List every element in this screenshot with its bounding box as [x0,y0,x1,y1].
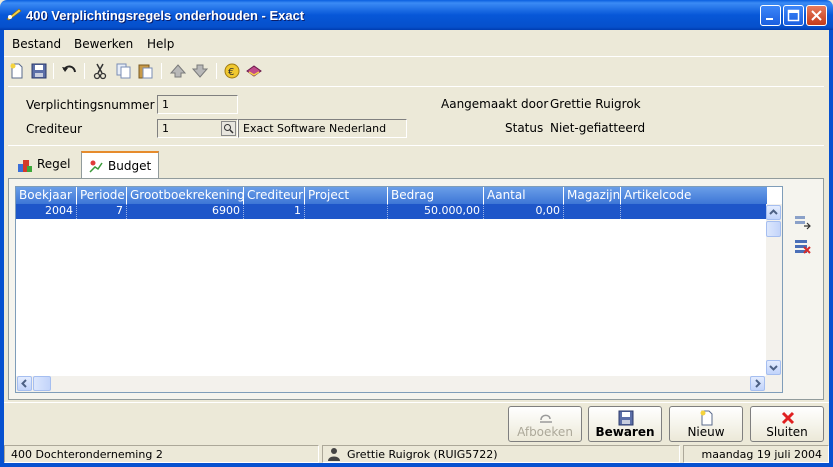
nieuw-label: Nieuw [687,425,725,439]
column-header-bedrag[interactable]: Bedrag [388,187,484,204]
maximize-icon [787,9,800,22]
book-icon[interactable] [245,62,263,80]
afboeken-label: Afboeken [517,425,573,439]
undo-icon[interactable] [60,62,78,80]
cell-artikelcode[interactable] [621,204,768,219]
tab-regel-label: Regel [37,157,71,171]
aangemaakt-label: Aangemaakt door [441,97,549,111]
scroll-right-button[interactable] [750,376,765,391]
app-icon [6,8,22,21]
cell-grootboekrekening[interactable]: 6900 [127,204,244,219]
scroll-down-button[interactable] [766,360,781,375]
euro-icon[interactable]: € [223,62,241,80]
arrow-up-icon [769,209,778,215]
table-row[interactable]: 2004 7 6900 1 50.000,00 0,00 [16,204,768,219]
scroll-thumb-horizontal[interactable] [33,376,51,391]
crediteur-field[interactable]: 1 [157,119,238,138]
save-icon[interactable] [30,62,48,80]
copy-icon[interactable] [114,62,132,80]
menu-bar: Bestand Bewerken Help [4,32,829,54]
crediteur-label: Crediteur [26,122,83,136]
maximize-button[interactable] [783,5,804,26]
arrow-left-icon [21,379,27,388]
cell-boekjaar[interactable]: 2004 [16,204,77,219]
arrow-right-icon [755,379,761,388]
aangemaakt-value: Grettie Ruigrok [550,97,641,111]
divider [8,145,824,146]
column-header-artikelcode[interactable]: Artikelcode [621,187,768,204]
column-header-project[interactable]: Project [305,187,388,204]
column-header-crediteur[interactable]: Crediteur [244,187,305,204]
column-header-aantal[interactable]: Aantal [484,187,564,204]
column-header-magazijn[interactable]: Magazijn [564,187,621,204]
status-label: Status [505,121,544,135]
toolbar: € [4,56,829,84]
vertical-scrollbar[interactable] [766,204,782,376]
close-icon [811,10,822,21]
blocks-icon [18,160,32,172]
scroll-up-button[interactable] [766,205,781,220]
new-icon [700,410,713,426]
minimize-button[interactable] [760,5,781,26]
divider [4,402,829,403]
svg-text:€: € [228,67,234,78]
minimize-icon [766,18,773,20]
crediteur-name-field: Exact Software Nederland [238,119,407,138]
column-header-periode[interactable]: Periode [77,187,127,204]
lookup-icon[interactable] [221,121,236,136]
delete-row-icon[interactable] [793,237,811,255]
scroll-thumb-vertical[interactable] [766,221,781,237]
status-value: Niet-gefiatteerd [550,121,646,135]
save-icon [618,410,634,426]
close-icon [781,411,795,425]
cell-bedrag[interactable]: 50.000,00 [388,204,484,219]
horizontal-scrollbar[interactable] [16,376,782,392]
cell-project[interactable] [305,204,388,219]
cell-periode[interactable]: 7 [77,204,127,219]
move-down-icon[interactable] [191,62,209,80]
grid-header: Boekjaar Periode Grootboekrekening Credi… [16,187,768,204]
budget-icon [89,160,103,173]
status-date: maandag 19 juli 2004 [683,445,829,463]
sluiten-label: Sluiten [766,425,808,439]
menu-bestand[interactable]: Bestand [12,37,61,51]
title-bar: 400 Verplichtingsregels onderhouden - Ex… [0,0,833,30]
afboeken-icon [540,414,552,423]
budget-grid[interactable]: Boekjaar Periode Grootboekrekening Credi… [15,186,783,393]
status-company: 400 Dochteronderneming 2 [4,445,319,463]
paste-icon[interactable] [136,62,154,80]
new-icon[interactable] [8,62,26,80]
insert-row-icon[interactable] [793,213,811,231]
bewaren-button[interactable]: Bewaren [588,406,662,442]
user-icon [328,448,340,461]
close-button[interactable] [806,5,827,26]
cell-magazijn[interactable] [564,204,621,219]
scroll-left-button[interactable] [17,376,32,391]
cut-icon[interactable] [91,62,109,80]
divider [8,86,824,87]
sluiten-button[interactable]: Sluiten [750,406,824,442]
nieuw-button[interactable]: Nieuw [669,406,743,442]
crediteur-value: 1 [162,122,169,135]
move-up-icon[interactable] [169,62,187,80]
menu-help[interactable]: Help [147,37,174,51]
bewaren-label: Bewaren [595,425,655,439]
verplichtingsnummer-label: Verplichtingsnummer [26,98,155,112]
status-user: Grettie Ruigrok (RUIG5722) [347,448,498,461]
tab-budget[interactable]: Budget [81,151,159,179]
arrow-down-icon [769,365,778,371]
cell-crediteur[interactable]: 1 [244,204,305,219]
afboeken-button[interactable]: Afboeken [508,406,582,442]
cell-aantal[interactable]: 0,00 [484,204,564,219]
tab-regel[interactable]: Regel [11,151,81,179]
status-user-pane: Grettie Ruigrok (RUIG5722) [322,445,680,463]
menu-bewerken[interactable]: Bewerken [74,37,133,51]
tab-budget-label: Budget [108,159,152,173]
status-bar: 400 Dochteronderneming 2 Grettie Ruigrok… [4,445,829,463]
verplichtingsnummer-field[interactable]: 1 [157,95,238,114]
window-title: 400 Verplichtingsregels onderhouden - Ex… [26,8,305,23]
column-header-boekjaar[interactable]: Boekjaar [16,187,77,204]
column-header-grootboekrekening[interactable]: Grootboekrekening [127,187,244,204]
